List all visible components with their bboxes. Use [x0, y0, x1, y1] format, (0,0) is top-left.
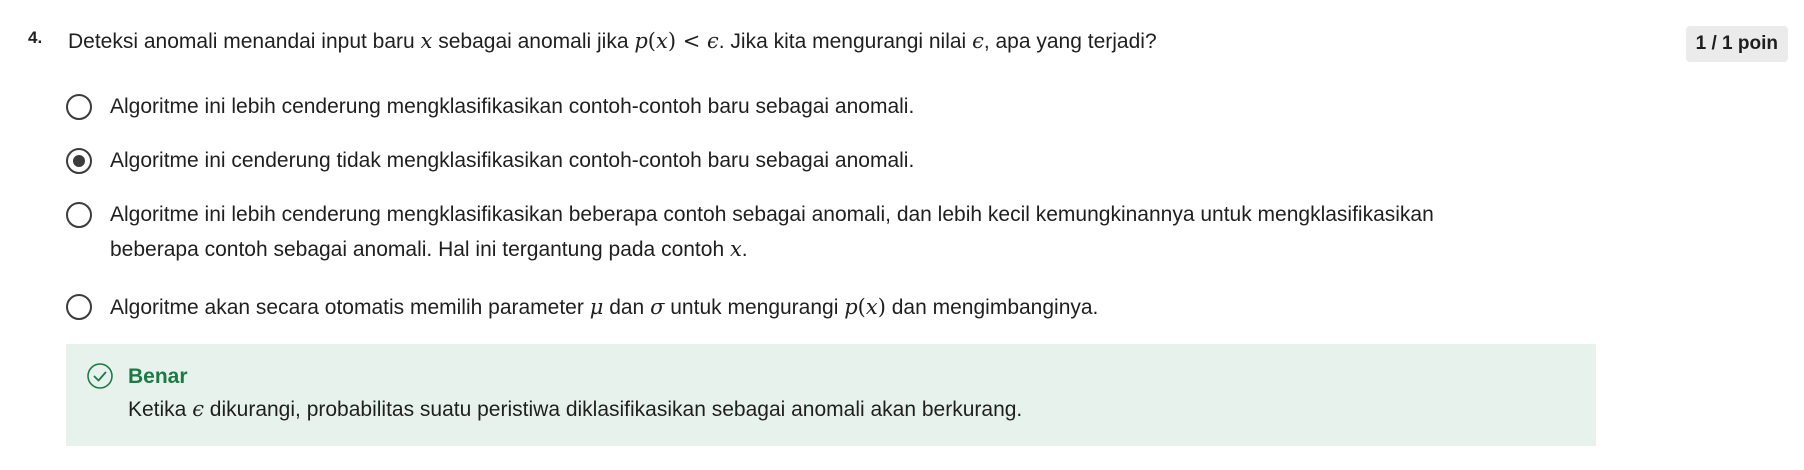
- option-text-part: dan mengimbanginya.: [885, 296, 1099, 319]
- math-epsilon: ϵ: [972, 29, 984, 53]
- math-p: p: [634, 29, 648, 53]
- feedback-box: Benar Ketika ϵ dikurangi, probabilitas s…: [66, 344, 1596, 446]
- question-text: Deteksi anomali menandai input baru x se…: [68, 26, 1157, 57]
- math-epsilon: ϵ: [192, 397, 204, 421]
- math-paren-close: ): [877, 295, 886, 319]
- option-1[interactable]: Algoritme ini lebih cenderung mengklasif…: [66, 90, 1546, 124]
- math-x: x: [656, 29, 668, 53]
- question-text-part: . Jika kita mengurangi nilai: [718, 30, 973, 53]
- math-var-x: x: [729, 237, 742, 261]
- check-circle-icon: [87, 363, 113, 389]
- points-badge: 1 / 1 poin: [1685, 26, 1788, 62]
- question-number: 4.: [28, 28, 43, 47]
- radio-button[interactable]: [66, 94, 92, 120]
- option-text-part: beberapa contoh sebagai anomali. Hal ini…: [110, 238, 730, 261]
- option-label-line: Algoritme ini lebih cenderung mengklasif…: [110, 203, 1434, 226]
- math-sigma: σ: [650, 295, 665, 319]
- feedback-title: Benar: [128, 365, 188, 388]
- question-text-part: , apa yang terjadi?: [983, 30, 1157, 53]
- radio-button[interactable]: [66, 202, 92, 228]
- option-label-line: beberapa contoh sebagai anomali. Hal ini…: [110, 232, 1590, 267]
- math-formula: p(x): [844, 295, 886, 319]
- math-formula: p(x) < ϵ: [634, 29, 718, 53]
- option-label: Algoritme ini lebih cenderung mengklasif…: [110, 198, 1590, 267]
- feedback-text-part: dikurangi, probabilitas suatu peristiwa …: [203, 398, 1023, 421]
- option-text-part: Algoritme akan secara otomatis memilih p…: [110, 296, 590, 319]
- feedback-text-part: Ketika: [128, 398, 193, 421]
- math-p: p: [844, 295, 858, 319]
- option-2[interactable]: Algoritme ini cenderung tidak mengklasif…: [66, 144, 1546, 178]
- feedback-text: Ketika ϵ dikurangi, probabilitas suatu p…: [128, 394, 1022, 425]
- radio-button-selected[interactable]: [66, 148, 92, 174]
- math-var-x: x: [420, 29, 433, 53]
- option-3[interactable]: Algoritme ini lebih cenderung mengklasif…: [66, 198, 1546, 268]
- radio-button[interactable]: [66, 294, 92, 320]
- math-lt: <: [676, 29, 707, 53]
- option-label: Algoritme ini lebih cenderung mengklasif…: [110, 95, 915, 118]
- option-text-part: dan: [603, 296, 651, 319]
- math-paren-open: (: [647, 29, 656, 53]
- question-text-part: Deteksi anomali menandai input baru: [68, 30, 421, 53]
- question-header: 4. Deteksi anomali menandai input baru x…: [28, 26, 1788, 62]
- option-label: Algoritme ini cenderung tidak mengklasif…: [110, 149, 915, 172]
- math-mu: μ: [589, 295, 604, 319]
- math-paren-close: ): [667, 29, 677, 53]
- math-paren-open: (: [857, 295, 866, 319]
- option-label: Algoritme akan secara otomatis memilih p…: [110, 290, 1590, 325]
- option-text-part: .: [741, 238, 748, 261]
- math-epsilon: ϵ: [707, 29, 719, 53]
- question-text-part: sebagai anomali jika: [432, 30, 635, 53]
- option-4[interactable]: Algoritme akan secara otomatis memilih p…: [66, 290, 1546, 324]
- option-text-part: untuk mengurangi: [664, 296, 845, 319]
- math-x: x: [865, 295, 878, 319]
